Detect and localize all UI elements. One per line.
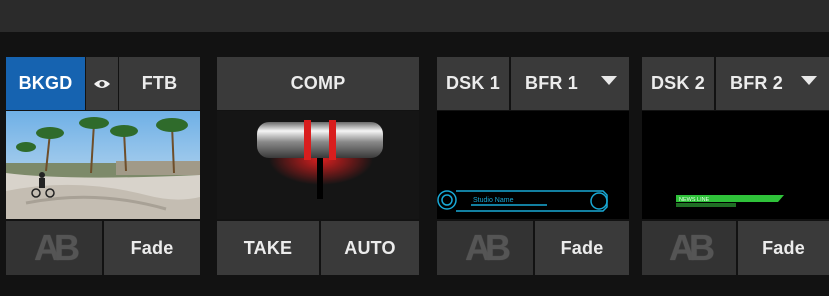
bkgd-fade-label: Fade bbox=[130, 237, 174, 258]
ab-glyph-b: B bbox=[54, 227, 80, 268]
ab-glyph-b: B bbox=[689, 227, 715, 268]
dsk2-preview-thumbnail: NEWS LINE bbox=[642, 111, 829, 219]
dsk1-fade-button[interactable]: Fade bbox=[535, 221, 629, 275]
dsk2-buffer-label: BFR 2 bbox=[730, 73, 784, 93]
auto-button[interactable]: AUTO bbox=[321, 221, 419, 275]
dsk2-fade-label: Fade bbox=[762, 237, 805, 258]
comp-button[interactable]: COMP bbox=[217, 57, 419, 110]
take-label: TAKE bbox=[243, 237, 293, 258]
eye-icon bbox=[94, 79, 110, 88]
dsk2-graphic-text: NEWS LINE bbox=[679, 197, 710, 203]
dsk1-fade-label: Fade bbox=[560, 237, 604, 258]
top-bar bbox=[0, 0, 829, 32]
dsk2-label: DSK 2 bbox=[650, 73, 705, 93]
chevron-down-icon bbox=[801, 76, 817, 85]
bkgd-transition-ab-icon[interactable]: AB bbox=[6, 221, 102, 275]
bkgd-label: BKGD bbox=[18, 73, 73, 93]
dsk2-transition-ab-icon[interactable]: AB bbox=[642, 221, 736, 275]
dsk1-buffer-dropdown[interactable]: BFR 1 bbox=[511, 57, 629, 110]
dsk2-fade-button[interactable]: Fade bbox=[738, 221, 829, 275]
dsk1-button[interactable]: DSK 1 bbox=[437, 57, 509, 110]
take-button[interactable]: TAKE bbox=[217, 221, 319, 275]
ab-glyph-a: A bbox=[465, 227, 491, 268]
ab-glyph-b: B bbox=[485, 227, 511, 268]
dsk1-preview-thumbnail: Studio Name bbox=[437, 111, 629, 219]
comp-label: COMP bbox=[290, 73, 346, 93]
ab-glyph-a: A bbox=[669, 227, 695, 268]
auto-label: AUTO bbox=[344, 237, 396, 258]
tbar-fader[interactable] bbox=[217, 111, 419, 219]
dsk1-transition-ab-icon[interactable]: AB bbox=[437, 221, 533, 275]
dsk2-button[interactable]: DSK 2 bbox=[642, 57, 714, 110]
ftb-button[interactable]: FTB bbox=[119, 57, 200, 110]
bkgd-preview-thumbnail bbox=[6, 111, 200, 219]
ab-glyph-a: A bbox=[34, 227, 60, 268]
dsk1-buffer-label: BFR 1 bbox=[525, 73, 579, 93]
ftb-label: FTB bbox=[141, 73, 178, 93]
bkgd-fade-button[interactable]: Fade bbox=[104, 221, 200, 275]
bkgd-button[interactable]: BKGD bbox=[6, 57, 85, 110]
dsk1-label: DSK 1 bbox=[445, 73, 500, 93]
preview-visibility-button[interactable] bbox=[86, 57, 118, 110]
chevron-down-icon bbox=[601, 76, 617, 85]
dsk2-buffer-dropdown[interactable]: BFR 2 bbox=[716, 57, 829, 110]
dsk1-graphic-text: Studio Name bbox=[473, 197, 514, 204]
